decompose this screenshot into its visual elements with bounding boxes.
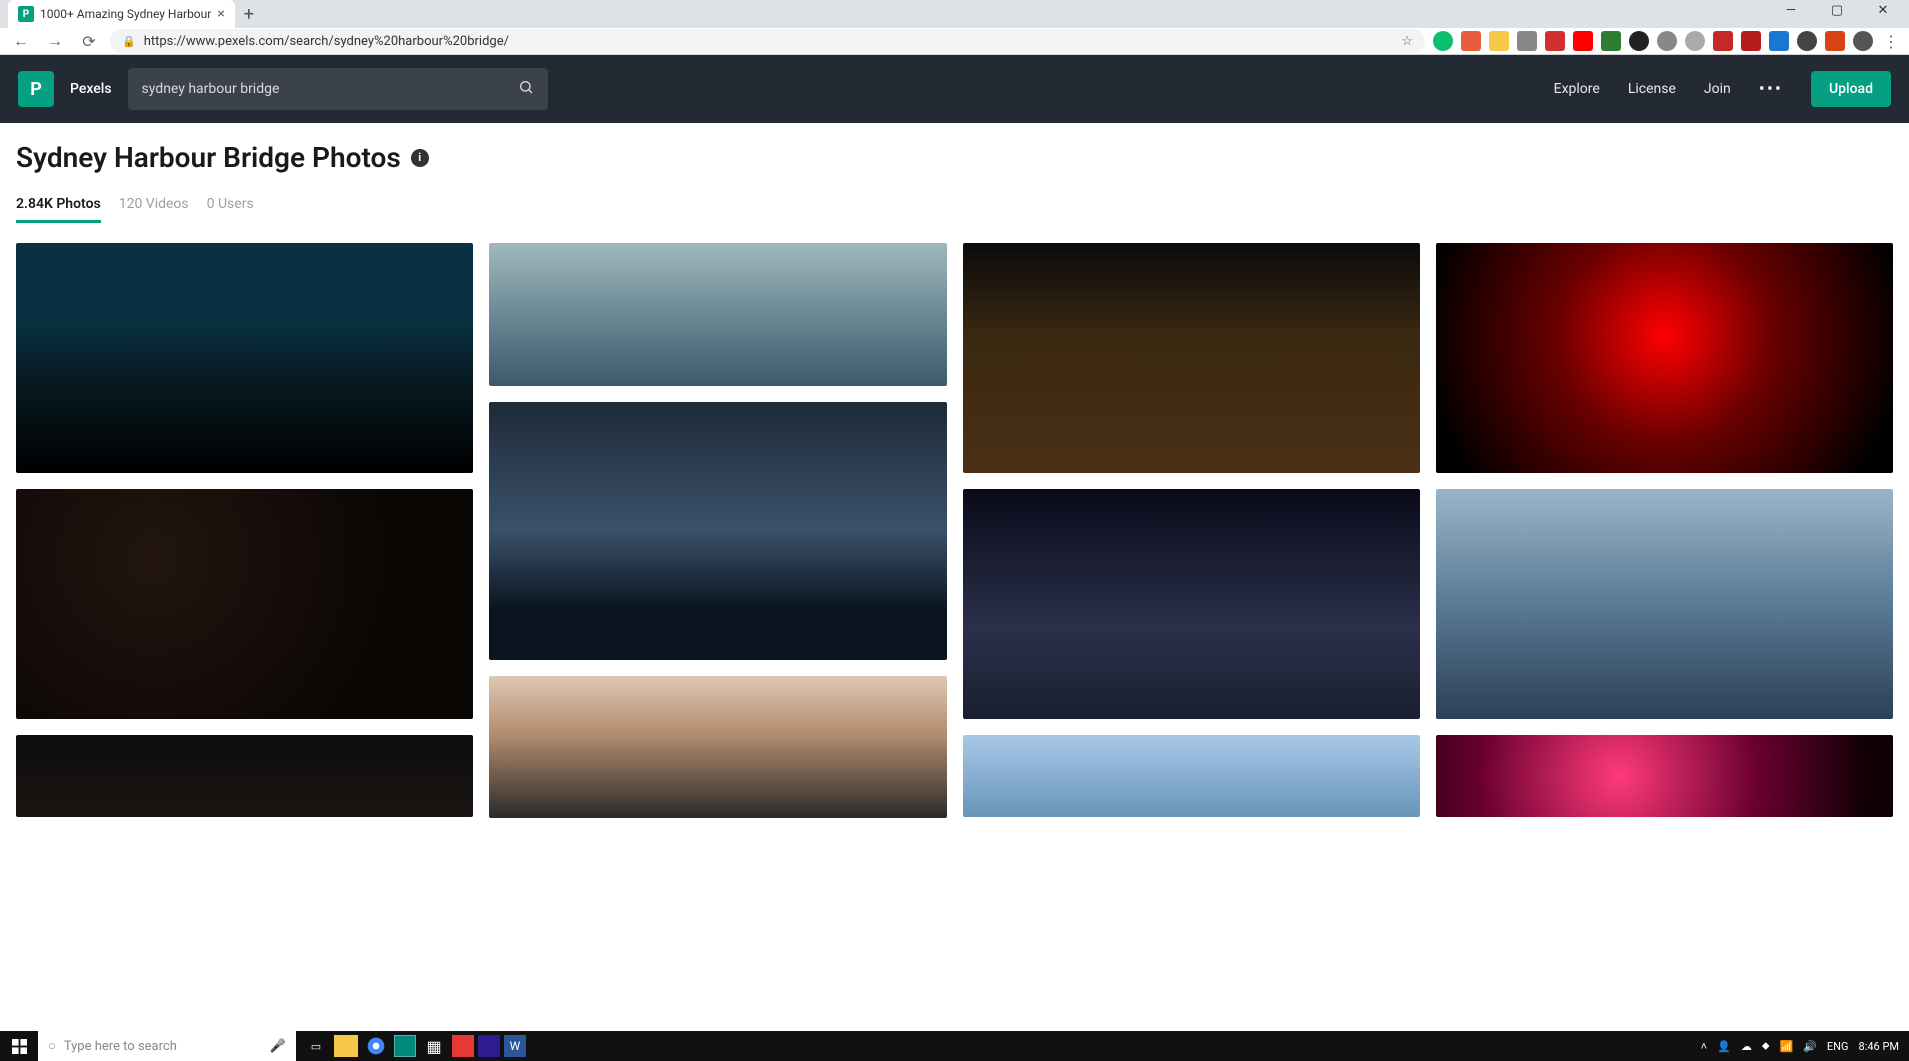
- site-header: P Pexels Explore License Join ••• Upload: [0, 55, 1909, 123]
- chrome-icon[interactable]: [362, 1032, 390, 1060]
- word-icon[interactable]: W: [504, 1035, 526, 1057]
- favicon-icon: P: [18, 6, 34, 22]
- system-tray: ˄ 👤 ☁ ⬥ 📶 🔊 ENG 8:46 PM: [1701, 1039, 1909, 1053]
- windows-taskbar: ○ Type here to search 🎤 ▭ ▦ W ˄ 👤 ☁ ⬥ 📶 …: [0, 1031, 1909, 1061]
- browser-tab[interactable]: P 1000+ Amazing Sydney Harbour ×: [8, 0, 235, 28]
- address-bar: ← → ⟳ 🔒 https://www.pexels.com/search/sy…: [0, 28, 1909, 55]
- app-icon[interactable]: [478, 1035, 500, 1057]
- brand-label[interactable]: Pexels: [70, 81, 112, 97]
- extension-icon[interactable]: [1657, 31, 1677, 51]
- tab-photos[interactable]: 2.84K Photos: [16, 196, 101, 223]
- gallery-column: [1436, 243, 1893, 818]
- task-view-icon[interactable]: ▭: [302, 1032, 330, 1060]
- minimize-button[interactable]: —: [1771, 0, 1811, 20]
- volume-icon[interactable]: 🔊: [1803, 1040, 1817, 1053]
- wifi-icon[interactable]: 📶: [1780, 1040, 1794, 1053]
- nav-explore[interactable]: Explore: [1554, 81, 1600, 97]
- maximize-button[interactable]: ▢: [1817, 0, 1857, 20]
- chrome-menu-icon[interactable]: ⋮: [1881, 31, 1901, 51]
- main-content: Sydney Harbour Bridge Photos i 2.84K Pho…: [0, 123, 1909, 818]
- search-box[interactable]: [128, 68, 548, 110]
- photo-item[interactable]: [1436, 489, 1893, 719]
- taskbar-search[interactable]: ○ Type here to search 🎤: [38, 1031, 296, 1061]
- photo-item[interactable]: [963, 735, 1420, 817]
- extension-icon[interactable]: [1461, 31, 1481, 51]
- info-icon[interactable]: i: [411, 149, 429, 167]
- extension-icon[interactable]: [1517, 31, 1537, 51]
- extension-icon[interactable]: [1685, 31, 1705, 51]
- language-indicator[interactable]: ENG: [1827, 1040, 1849, 1053]
- close-tab-icon[interactable]: ×: [217, 6, 224, 22]
- people-icon[interactable]: 👤: [1717, 1040, 1731, 1053]
- photo-item[interactable]: [1436, 735, 1893, 817]
- nav-join[interactable]: Join: [1704, 81, 1731, 97]
- audition-icon[interactable]: [394, 1035, 416, 1057]
- search-icon[interactable]: [518, 79, 534, 99]
- tab-videos[interactable]: 120 Videos: [119, 196, 189, 223]
- extension-icon[interactable]: [1545, 31, 1565, 51]
- extension-icon[interactable]: [1853, 31, 1873, 51]
- extension-icon[interactable]: [1573, 31, 1593, 51]
- extension-icon[interactable]: [1769, 31, 1789, 51]
- pexels-logo-icon[interactable]: P: [18, 71, 54, 107]
- photo-item[interactable]: [16, 735, 473, 817]
- gallery-column: [963, 243, 1420, 818]
- lock-icon: 🔒: [122, 35, 136, 48]
- result-tabs: 2.84K Photos 120 Videos 0 Users: [16, 196, 1893, 223]
- tab-users[interactable]: 0 Users: [207, 196, 254, 223]
- photo-item[interactable]: [489, 676, 946, 818]
- title-row: Sydney Harbour Bridge Photos i: [16, 141, 1893, 174]
- extension-icon[interactable]: [1713, 31, 1733, 51]
- photo-item[interactable]: [963, 243, 1420, 473]
- photo-item[interactable]: [963, 489, 1420, 719]
- extension-icon[interactable]: [1741, 31, 1761, 51]
- extension-icons: ⋮: [1433, 31, 1901, 51]
- url-text: https://www.pexels.com/search/sydney%20h…: [144, 34, 509, 49]
- forward-button[interactable]: →: [42, 28, 68, 54]
- start-button[interactable]: [0, 1031, 38, 1061]
- tray-chevron-icon[interactable]: ˄: [1701, 1040, 1707, 1053]
- onedrive-icon[interactable]: ☁: [1741, 1040, 1752, 1053]
- extension-icon[interactable]: [1489, 31, 1509, 51]
- extension-icon[interactable]: [1629, 31, 1649, 51]
- extension-icon[interactable]: [1825, 31, 1845, 51]
- extension-icon[interactable]: [1601, 31, 1621, 51]
- reload-button[interactable]: ⟳: [76, 28, 102, 54]
- file-explorer-icon[interactable]: [334, 1035, 358, 1057]
- taskbar-search-placeholder: Type here to search: [64, 1039, 177, 1054]
- close-window-button[interactable]: ✕: [1863, 0, 1903, 20]
- todoist-icon[interactable]: [452, 1035, 474, 1057]
- url-field[interactable]: 🔒 https://www.pexels.com/search/sydney%2…: [110, 29, 1425, 53]
- gallery-column: [489, 243, 946, 818]
- photo-item[interactable]: [16, 243, 473, 473]
- window-controls: — ▢ ✕: [1771, 0, 1903, 20]
- nav-right: Explore License Join ••• Upload: [1554, 71, 1891, 107]
- cortana-icon: ○: [48, 1038, 56, 1054]
- search-input[interactable]: [142, 81, 518, 97]
- extension-icon[interactable]: [1433, 31, 1453, 51]
- upload-button[interactable]: Upload: [1811, 71, 1891, 107]
- browser-chrome: P 1000+ Amazing Sydney Harbour × + — ▢ ✕…: [0, 0, 1909, 55]
- mic-icon[interactable]: 🎤: [270, 1039, 286, 1054]
- photo-item[interactable]: [1436, 243, 1893, 473]
- tab-title: 1000+ Amazing Sydney Harbour: [40, 7, 211, 21]
- page-title: Sydney Harbour Bridge Photos: [16, 141, 401, 174]
- back-button[interactable]: ←: [8, 28, 34, 54]
- dropbox-icon[interactable]: ⬥: [1762, 1039, 1770, 1053]
- tab-bar: P 1000+ Amazing Sydney Harbour × + — ▢ ✕: [0, 0, 1909, 28]
- photo-item[interactable]: [16, 489, 473, 719]
- new-tab-button[interactable]: +: [235, 0, 263, 28]
- bookmark-star-icon[interactable]: ☆: [1401, 34, 1413, 49]
- more-menu-icon[interactable]: •••: [1759, 79, 1783, 100]
- gallery-column: [16, 243, 473, 818]
- photo-item[interactable]: [489, 243, 946, 386]
- photo-item[interactable]: [489, 402, 946, 660]
- photo-gallery: [16, 243, 1893, 818]
- calculator-icon[interactable]: ▦: [420, 1032, 448, 1060]
- extension-icon[interactable]: [1797, 31, 1817, 51]
- nav-license[interactable]: License: [1628, 81, 1676, 97]
- clock[interactable]: 8:46 PM: [1859, 1040, 1899, 1053]
- taskbar-apps: ▭ ▦ W: [302, 1032, 526, 1060]
